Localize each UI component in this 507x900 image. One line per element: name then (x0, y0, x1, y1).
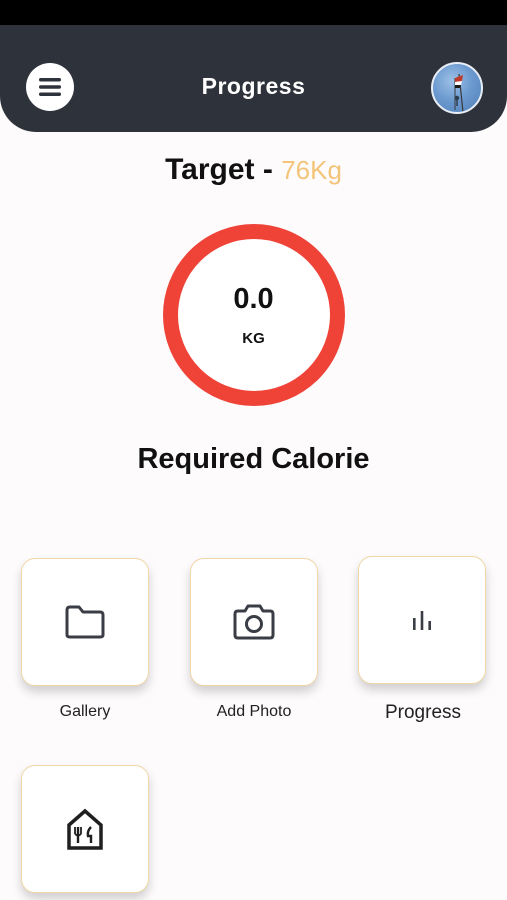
current-weight-value: 0.0 (233, 283, 274, 315)
target-value: 76Kg (281, 155, 342, 185)
target-label: Target - (165, 153, 282, 186)
required-calorie-heading: Required Calorie (137, 443, 370, 475)
app-header: Progress (0, 25, 507, 132)
current-weight-unit: KG (242, 330, 265, 347)
restaurant-icon (67, 808, 103, 850)
folder-icon (65, 605, 105, 639)
add-photo-label: Add Photo (216, 703, 292, 720)
progress-button[interactable] (358, 556, 486, 684)
gallery-label: Gallery (59, 703, 111, 720)
bar-chart-icon (413, 611, 431, 630)
progress-label: Progress (384, 702, 462, 723)
avatar-image-icon (454, 73, 464, 112)
camera-icon (233, 604, 275, 640)
target-weight: Target - 76Kg (0, 153, 507, 187)
add-photo-button[interactable] (190, 558, 318, 686)
gallery-button[interactable] (21, 558, 149, 686)
diet-button[interactable] (21, 765, 149, 893)
status-bar (0, 0, 507, 25)
profile-avatar[interactable] (431, 62, 483, 114)
